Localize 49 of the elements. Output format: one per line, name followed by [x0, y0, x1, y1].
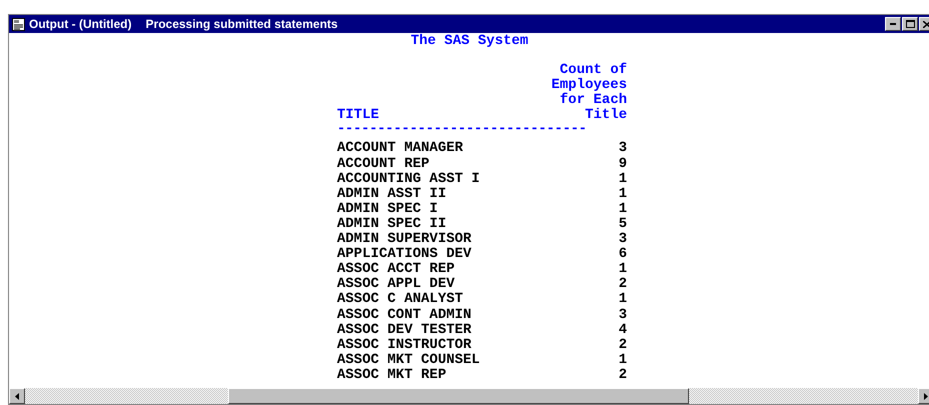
title-cell: ADMIN SUPERVISOR: [337, 232, 472, 248]
scroll-thumb[interactable]: [228, 388, 689, 404]
left-arrow-icon: [15, 392, 19, 400]
report-heading: The SAS System: [410, 34, 528, 50]
horizontal-scrollbar[interactable]: [9, 388, 929, 404]
count-cell: 1: [618, 352, 627, 368]
title-cell: ADMIN ASST II: [337, 186, 446, 202]
column-header: TITLE: [337, 108, 380, 124]
count-cell: 1: [618, 262, 627, 278]
close-icon: [923, 20, 929, 28]
count-cell: 1: [618, 292, 627, 308]
title-cell: ACCOUNT REP: [337, 156, 430, 172]
title-cell: ADMIN SPEC II: [337, 216, 446, 232]
count-cell: 5: [618, 216, 627, 232]
title-cell: ACCOUNTING ASST I: [337, 172, 480, 187]
title-cell: ASSOC DEV TESTER: [337, 322, 472, 338]
count-cell: 3: [618, 308, 627, 323]
window-title: Output - (Untitled): [29, 16, 132, 33]
title-cell: APPLICATIONS DEV: [337, 247, 472, 262]
title-cell: ASSOC ACCT REP: [337, 262, 455, 278]
count-cell: 1: [618, 172, 627, 187]
count-cell: 6: [618, 247, 627, 262]
maximize-button[interactable]: [902, 17, 918, 31]
right-arrow-icon: [924, 392, 928, 400]
title-cell: ASSOC CONT ADMIN: [337, 308, 472, 323]
count-cell: 2: [618, 368, 627, 383]
count-cell: 4: [618, 322, 627, 338]
title-cell: ASSOC INSTRUCTOR: [337, 338, 472, 353]
count-cell: 9: [618, 156, 627, 172]
minimize-icon: [890, 23, 896, 25]
document-icon: [12, 18, 25, 30]
count-cell: 3: [618, 141, 627, 157]
status-text: Processing submitted statements: [146, 16, 338, 33]
title-cell: ACCOUNT MANAGER: [337, 141, 464, 157]
title-cell: ASSOC C ANALYST: [337, 292, 464, 308]
count-cell: 1: [618, 202, 627, 217]
header-separator: -------------------------------: [337, 123, 588, 140]
count-cell: 2: [618, 277, 627, 292]
maximize-icon: [906, 20, 914, 28]
column-header: Count of Employees for Each Title: [551, 63, 627, 124]
title-cell: ASSOC MKT COUNSEL: [337, 352, 480, 368]
count-cell: 1: [618, 186, 627, 202]
minimize-button[interactable]: [885, 17, 901, 31]
scroll-left-button[interactable]: [9, 388, 25, 404]
count-cell: 3: [618, 232, 627, 248]
count-cell: 2: [618, 338, 627, 353]
title-cell: ADMIN SPEC I: [337, 202, 438, 217]
title-cell: ASSOC APPL DEV: [337, 277, 455, 292]
title-cell: ASSOC MKT REP: [337, 368, 446, 383]
